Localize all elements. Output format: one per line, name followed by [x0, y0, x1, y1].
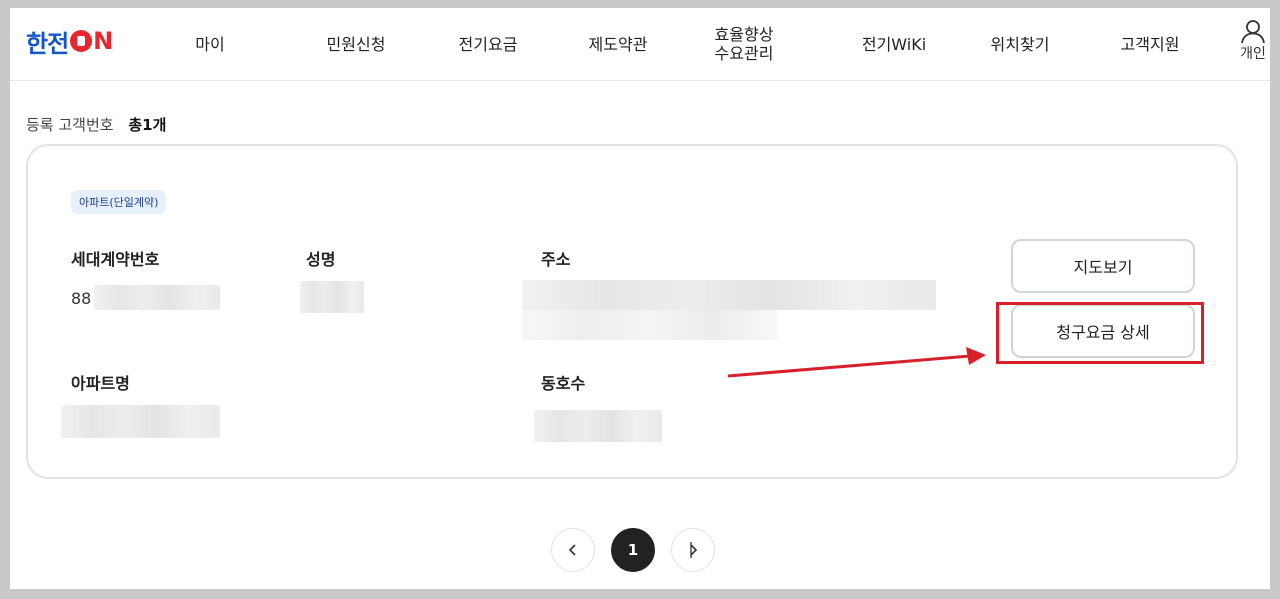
nav-find-location-label: 위치찾기: [990, 34, 1050, 54]
kepco-on-logo[interactable]: 한전 N: [26, 26, 113, 58]
user-type-label: 개인: [1240, 46, 1266, 62]
nav-civil-request-label: 민원신청: [326, 34, 386, 54]
address-redacted-line1: [522, 280, 936, 310]
nav-electric-bill[interactable]: 전기요금: [438, 8, 538, 80]
unit-label: 동호수: [541, 374, 586, 393]
contract-no-redacted: [94, 285, 220, 310]
nav-efficiency-label-line1: 효율향상: [714, 25, 774, 44]
page-frame: 한전 N 마이 민원신청 전기요금 제도약관 효율향상 수요관리 전기WiKi: [10, 8, 1270, 589]
nav-find-location[interactable]: 위치찾기: [970, 8, 1070, 80]
apartment-name-label: 아파트명: [71, 374, 130, 393]
pagination-prev-button[interactable]: [551, 528, 595, 572]
pagination-next-button[interactable]: [671, 528, 715, 572]
nav-policy-terms[interactable]: 제도약관: [568, 8, 668, 80]
map-view-button[interactable]: 지도보기: [1011, 239, 1195, 293]
nav-efficiency-demand[interactable]: 효율향상 수요관리: [694, 8, 794, 80]
annotation-arrow: [727, 347, 986, 378]
nav-my[interactable]: 마이: [180, 8, 240, 80]
contract-no-value: 88: [71, 289, 92, 308]
nav-customer-support[interactable]: 고객지원: [1100, 8, 1200, 80]
nav-civil-request[interactable]: 민원신청: [306, 8, 406, 80]
logo-on-letter: N: [93, 27, 114, 55]
user-menu[interactable]: 개인: [1236, 18, 1270, 63]
name-redacted: [300, 281, 364, 313]
registered-customer-label: 등록 고객번호: [26, 116, 114, 134]
top-nav-bar: 한전 N 마이 민원신청 전기요금 제도약관 효율향상 수요관리 전기WiKi: [10, 8, 1270, 81]
address-redacted-line2: [522, 310, 778, 340]
highlight-box: [996, 302, 1204, 364]
nav-policy-terms-label: 제도약관: [588, 34, 648, 54]
logo-plug-icon: [70, 30, 93, 52]
logo-on-mark: N: [70, 27, 113, 55]
contract-type-badge: 아파트(단일계약): [71, 190, 167, 214]
nav-electric-wiki-label: 전기WiKi: [861, 34, 927, 54]
nav-electric-bill-label: 전기요금: [458, 34, 518, 54]
registered-customer-total: 총1개: [128, 116, 167, 134]
registered-customer-count: 등록 고객번호 총1개: [26, 114, 166, 135]
apartment-name-redacted: [61, 405, 220, 438]
pagination-page-current[interactable]: 1: [611, 528, 655, 572]
chevron-right-icon: [690, 542, 698, 558]
nav-my-label: 마이: [195, 34, 225, 54]
nav-electric-wiki[interactable]: 전기WiKi: [844, 8, 944, 80]
contract-no-label: 세대계약번호: [71, 250, 160, 269]
name-label: 성명: [306, 250, 336, 269]
chevron-left-icon: [568, 544, 576, 556]
address-label: 주소: [541, 250, 571, 269]
person-icon: [1241, 20, 1265, 44]
unit-redacted: [534, 410, 662, 442]
nav-customer-support-label: 고객지원: [1120, 34, 1180, 54]
logo-text: 한전: [26, 29, 69, 58]
nav-efficiency-label-line2: 수요관리: [714, 44, 774, 63]
